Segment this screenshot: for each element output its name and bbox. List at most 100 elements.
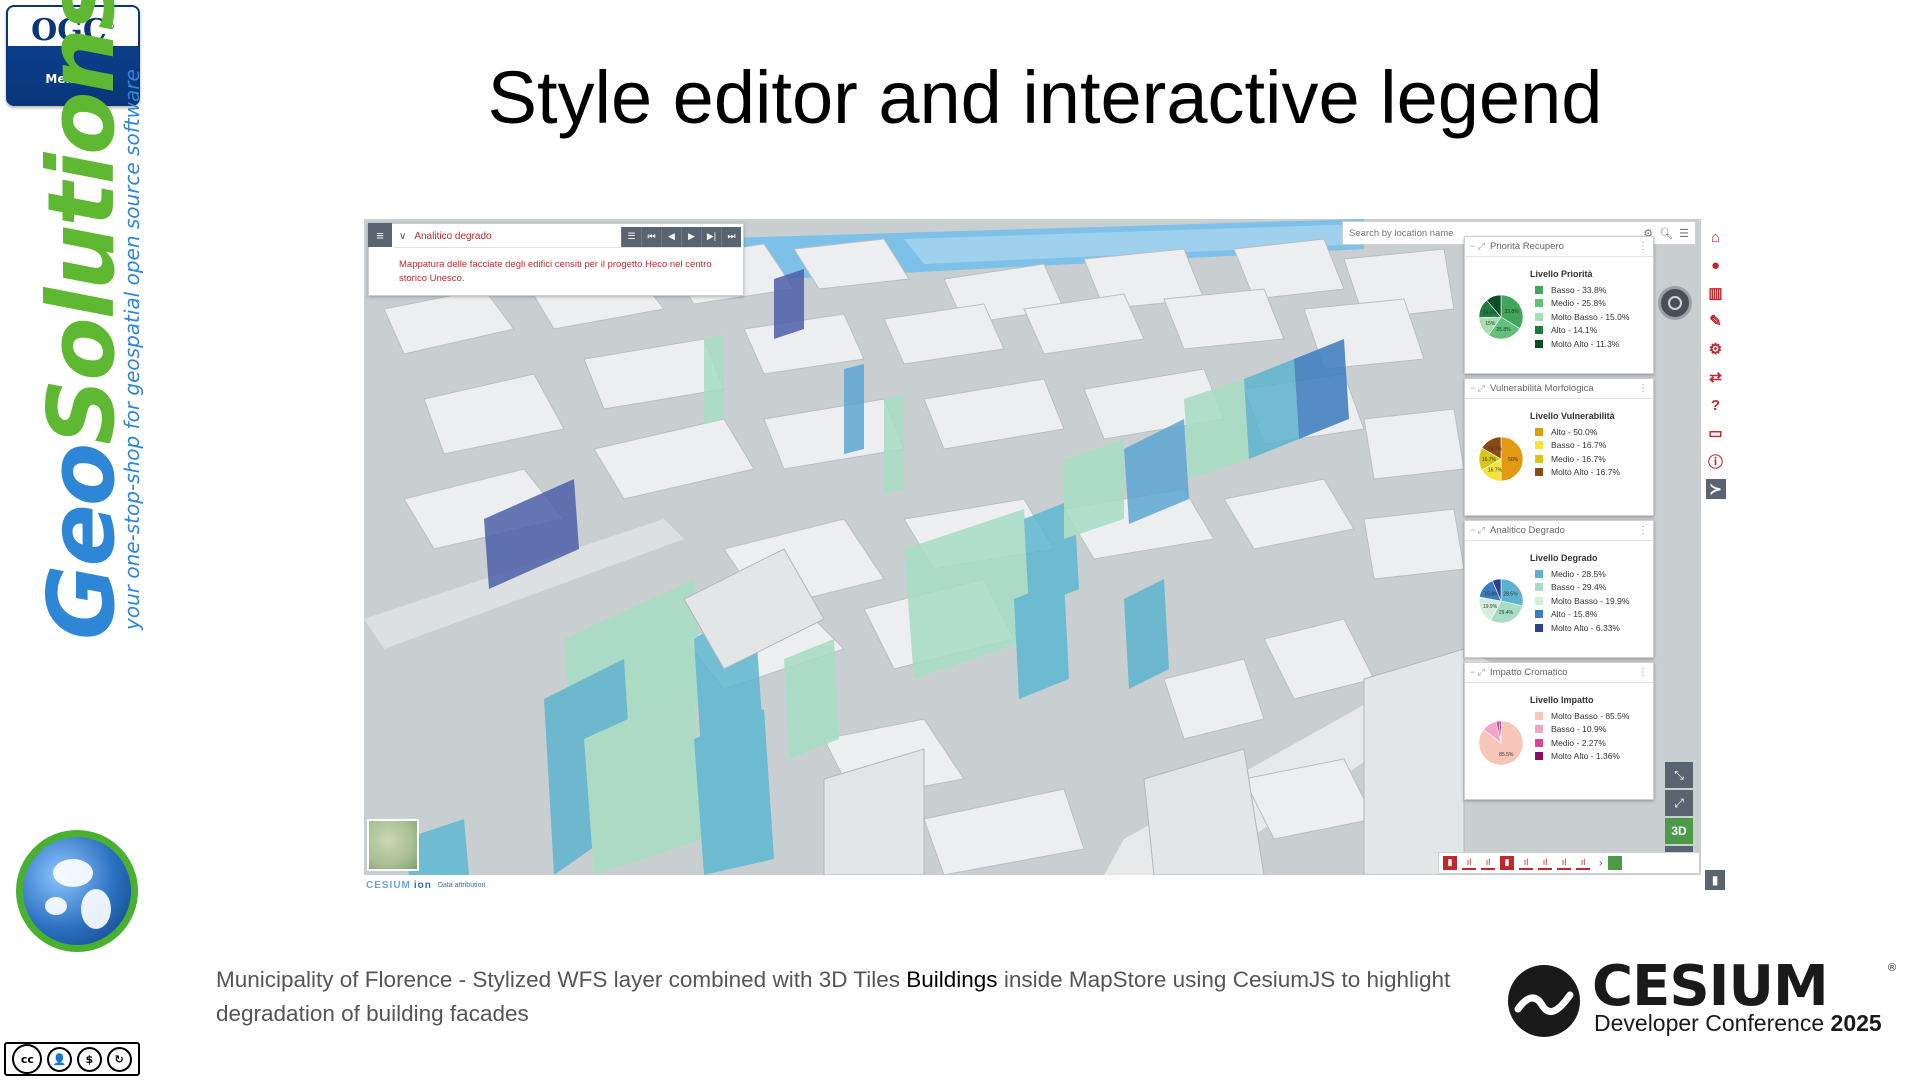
toggle-3d-button[interactable]: 3D <box>1665 818 1693 844</box>
legend-item[interactable]: Molto Alto - 11.3% <box>1535 337 1629 351</box>
background-selector[interactable] <box>367 819 419 871</box>
registered-mark: ® <box>1888 962 1897 974</box>
trash-icon[interactable]: ▮ <box>1705 870 1725 890</box>
pie-chart[interactable]: 85.5% <box>1477 719 1525 767</box>
legend-item[interactable]: Molto Alto - 1.36% <box>1535 750 1629 764</box>
skip-forward-icon[interactable]: ⏭ <box>721 226 741 247</box>
conference-label: Developer Conference 2025 <box>1594 1010 1882 1036</box>
step-back-icon[interactable]: ◀ <box>661 226 681 247</box>
legend-label: Basso - 16.7% <box>1551 440 1607 451</box>
widget-title-bar[interactable]: − ⤢ Priorità Recupero ⋮ <box>1465 237 1653 257</box>
legend-label: Molto Basso - 15.0% <box>1551 311 1630 322</box>
legend-item[interactable]: Molto Basso - 15.0% <box>1535 310 1629 324</box>
chevron-right-icon[interactable]: › <box>1599 858 1602 869</box>
catalog-icon[interactable]: ▥ <box>1706 283 1726 303</box>
widgets-toggle-button[interactable] <box>1608 856 1623 870</box>
legend-swatch <box>1535 326 1543 335</box>
widget-title: Priorità Recupero <box>1489 241 1564 252</box>
cesium-conference-logo: CESIUM ® Developer Conference 2025 <box>1508 954 1908 1040</box>
pie-label: 16.7% <box>1488 467 1503 473</box>
expand-icon[interactable]: ⤢ <box>1665 790 1693 816</box>
fullscreen-icon[interactable]: ⤡ <box>1665 762 1693 788</box>
expand-menu-icon[interactable]: ≻ <box>1705 479 1726 499</box>
legend-items: Basso - 33.8% Medio - 25.8% Molto Basso - … <box>1535 283 1629 351</box>
pie-chart[interactable]: 50% 16.7% 16.7% 16.7% <box>1477 435 1525 483</box>
search-icon[interactable]: 🔍︎ <box>1659 227 1673 240</box>
legend-swatch <box>1535 454 1543 463</box>
legend-label: Basso - 10.9% <box>1551 724 1607 735</box>
legend-item[interactable]: Molto Alto - 16.7% <box>1535 466 1620 480</box>
legend-label: Medio - 2.27% <box>1551 737 1606 748</box>
widget-title-bar[interactable]: − ⤢ Analitico Degrado ⋮ <box>1465 521 1653 541</box>
legend-item[interactable]: Molto Basso - 19.9% <box>1535 594 1629 608</box>
legend-item[interactable]: Basso - 16.7% <box>1535 439 1620 453</box>
legend-item[interactable]: Medio - 28.5% <box>1535 567 1629 581</box>
skip-back-icon[interactable]: ⏮ <box>641 226 661 247</box>
legend-swatch <box>1535 285 1543 294</box>
help-icon[interactable]: ? <box>1706 395 1726 415</box>
legend-label: Medio - 28.5% <box>1551 568 1606 579</box>
toc-layer-name[interactable]: Analitico degrado <box>414 231 621 242</box>
pie-chart[interactable]: 28.5% 29.4%19.9% 15.8% <box>1477 577 1525 625</box>
legend-swatch <box>1535 569 1543 578</box>
widget-chart-icon[interactable]: ıl <box>1576 856 1590 870</box>
legend-label: Molto Alto - 1.36% <box>1551 751 1620 762</box>
list-icon[interactable]: ☰ <box>621 226 641 247</box>
compass-icon[interactable] <box>1658 286 1692 320</box>
legend-item[interactable]: Molto Basso - 85.5% <box>1535 709 1629 723</box>
legend-item[interactable]: Alto - 15.8% <box>1535 608 1629 622</box>
share-icon[interactable]: ⇄ <box>1706 367 1726 387</box>
pie-label: 29.4% <box>1499 610 1514 616</box>
legend-item[interactable]: Basso - 29.4% <box>1535 581 1629 595</box>
widget-title-bar[interactable]: − ⤢ Impatto Cromatico ⋮ <box>1465 663 1653 683</box>
collapse-expand-icon[interactable]: − ⤢ <box>1470 241 1485 252</box>
more-vertical-icon[interactable]: ⋮ <box>1638 667 1648 678</box>
toc-layer-row[interactable]: ∨ Analitico degrado ☰ ⏮ ◀ ▶ ▶| ⏭ <box>395 226 741 248</box>
widget-chart-icon[interactable]: ıl <box>1481 856 1495 870</box>
widget-title: Impatto Cromatico <box>1489 667 1568 678</box>
legend-heading: Livello Priorità <box>1530 269 1593 279</box>
book-icon[interactable]: ▭ <box>1706 423 1726 443</box>
widget-chart-icon[interactable]: ıl <box>1557 856 1571 870</box>
widget-chart-icon[interactable]: ıl <box>1538 856 1552 870</box>
step-forward-icon[interactable]: ▶| <box>701 226 721 247</box>
legend-swatch <box>1535 596 1543 605</box>
layers-icon[interactable]: ≡ <box>368 223 392 247</box>
legend-item[interactable]: Alto - 50.0% <box>1535 425 1620 439</box>
more-vertical-icon[interactable]: ⋮ <box>1638 241 1648 252</box>
widget-title-bar[interactable]: − ⤢ Vulnerabilità Morfologica ⋮ <box>1465 379 1653 399</box>
widget-chart-icon[interactable]: ıl <box>1462 856 1476 870</box>
chevron-down-icon[interactable]: ∨ <box>399 231 406 242</box>
legend-widget-degrado: − ⤢ Analitico Degrado ⋮ Livello Degrado … <box>1464 520 1654 658</box>
data-attribution-link[interactable]: Data attribution <box>438 882 485 889</box>
measure-icon[interactable]: ✎ <box>1706 311 1726 331</box>
widget-chart-icon[interactable]: ▮ <box>1500 856 1514 870</box>
pie-label: 16.7% <box>1482 457 1497 463</box>
collapse-expand-icon[interactable]: − ⤢ <box>1470 525 1485 536</box>
widget-chart-icon[interactable]: ▮ <box>1443 856 1457 870</box>
info-icon[interactable]: ⓘ <box>1706 451 1726 471</box>
user-icon[interactable]: ● <box>1706 255 1726 275</box>
pie-chart[interactable]: 33.8% 25.8%15% 14.1% <box>1477 293 1525 341</box>
menu-icon[interactable]: ☰ <box>1679 227 1689 240</box>
collapse-expand-icon[interactable]: − ⤢ <box>1470 667 1485 678</box>
play-icon[interactable]: ▶ <box>681 226 701 247</box>
legend-swatch <box>1535 441 1543 450</box>
collapse-expand-icon[interactable]: − ⤢ <box>1470 383 1485 394</box>
legend-item[interactable]: Alto - 14.1% <box>1535 324 1629 338</box>
more-vertical-icon[interactable]: ⋮ <box>1638 525 1648 536</box>
legend-item[interactable]: Medio - 25.8% <box>1535 297 1629 311</box>
widget-chart-icon[interactable]: ıl <box>1519 856 1533 870</box>
legend-item[interactable]: Basso - 10.9% <box>1535 723 1629 737</box>
more-vertical-icon[interactable]: ⋮ <box>1638 383 1648 394</box>
home-icon[interactable]: ⌂ <box>1706 227 1726 247</box>
legend-item[interactable]: Basso - 33.8% <box>1535 283 1629 297</box>
legend-item[interactable]: Medio - 16.7% <box>1535 452 1620 466</box>
slide-title: Style editor and interactive legend <box>487 56 1603 139</box>
legend-item[interactable]: Medio - 2.27% <box>1535 736 1629 750</box>
legend-label: Alto - 14.1% <box>1551 325 1598 336</box>
legend-item[interactable]: Molto Alto - 6.33% <box>1535 621 1629 635</box>
settings-icon[interactable]: ⚙ <box>1706 339 1726 359</box>
cesium-ion-logo[interactable]: CESIUM ion <box>366 880 432 891</box>
geosolutions-wordmark: GeoSolutions <box>28 0 135 640</box>
